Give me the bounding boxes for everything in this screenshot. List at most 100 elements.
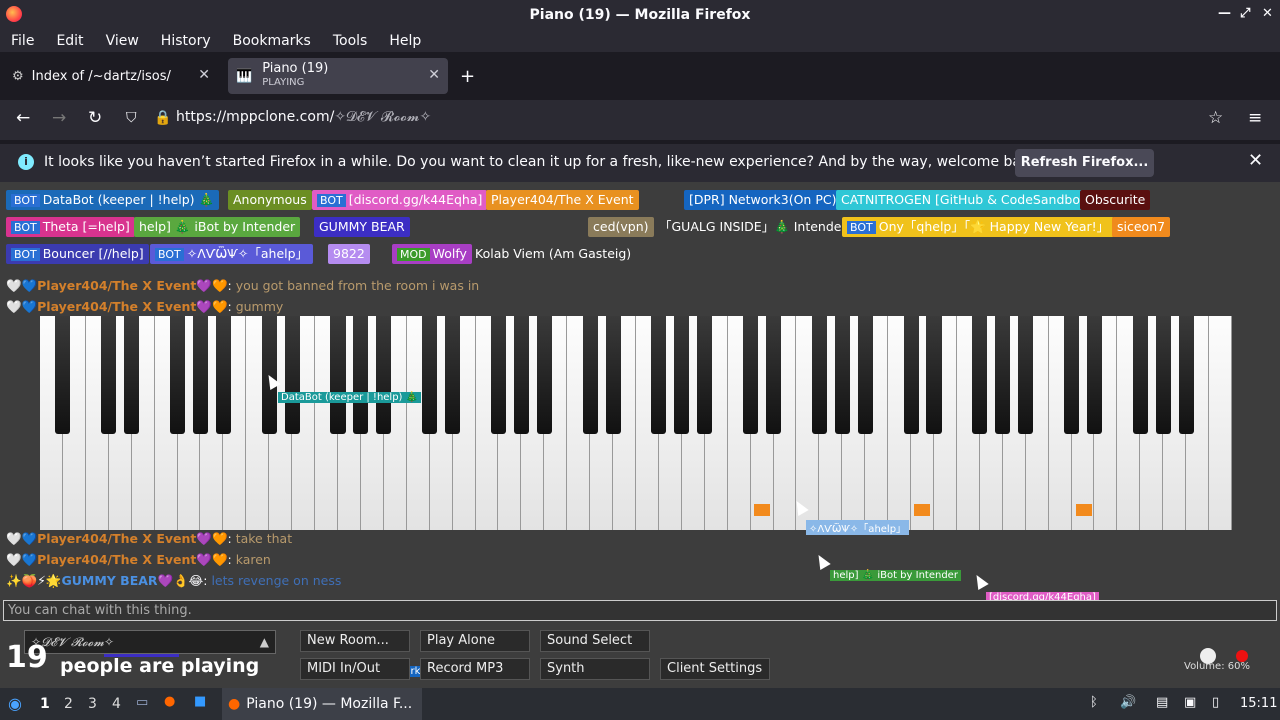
user-9822[interactable]: 9822 — [328, 244, 370, 264]
black-key[interactable] — [1132, 316, 1148, 434]
volume-icon[interactable]: 🔊 — [1120, 695, 1136, 710]
user-discord[interactable]: BOT [discord.gg/k44Eqha] — [312, 190, 488, 210]
user-kolab[interactable]: Kolab Viem (Am Gasteig) — [470, 244, 636, 264]
black-key[interactable] — [765, 316, 782, 434]
menu-edit[interactable]: Edit — [45, 33, 94, 49]
bookmark-star-icon[interactable]: ☆ — [1208, 108, 1223, 128]
taskbar-firefox-app[interactable]: ● Piano (19) — Mozilla F... — [222, 688, 422, 720]
reload-icon[interactable]: ↻ — [88, 108, 102, 128]
menu-help[interactable]: Help — [378, 33, 432, 49]
url-bar[interactable]: https://mppclone.com/✧𝓓𝓔𝓥 𝓡𝓸𝓸𝓶✧ — [176, 109, 431, 125]
white-key[interactable] — [1209, 316, 1232, 530]
black-key[interactable] — [1018, 316, 1034, 434]
black-key[interactable] — [55, 316, 71, 434]
black-key[interactable] — [1086, 316, 1103, 434]
black-key[interactable] — [697, 316, 713, 434]
black-key[interactable] — [353, 316, 369, 434]
black-key[interactable] — [192, 316, 209, 434]
app-menu-icon[interactable]: ≡ — [1248, 108, 1262, 128]
workspace-3[interactable]: 3 — [88, 696, 97, 712]
user-wolfy[interactable]: MOD Wolfy — [392, 244, 472, 264]
user-gummybear[interactable]: GUMMY BEAR — [314, 217, 410, 237]
user-theta[interactable]: BOT Theta [=help] — [6, 217, 135, 237]
close-notification-icon[interactable]: ✕ — [1248, 150, 1263, 171]
black-key[interactable] — [834, 316, 850, 434]
user-databot[interactable]: BOT DataBot (keeper | !help) 🎄 — [6, 190, 220, 210]
black-key[interactable] — [811, 316, 827, 434]
black-key[interactable] — [674, 316, 690, 434]
restore-icon[interactable]: ⤢ — [1240, 6, 1250, 21]
black-key[interactable] — [490, 316, 507, 434]
menu-view[interactable]: View — [95, 33, 150, 49]
firefox-launcher-icon[interactable]: ● — [164, 694, 175, 709]
menu-tools[interactable]: Tools — [322, 33, 379, 49]
black-key[interactable] — [445, 316, 461, 434]
room-selector[interactable]: ✧𝓓𝓔𝓥 𝓡𝓸𝓸𝓶✧ ▲ — [24, 630, 276, 654]
menu-history[interactable]: History — [150, 33, 222, 49]
user-ibot[interactable]: help] 🎄 iBot by Intender — [134, 217, 301, 237]
user-bouncer[interactable]: BOT Bouncer [//help] — [6, 244, 149, 264]
black-key[interactable] — [926, 316, 942, 434]
black-key[interactable] — [536, 316, 552, 434]
workspace-2[interactable]: 2 — [64, 696, 73, 712]
black-key[interactable] — [605, 316, 621, 434]
tab-isos[interactable]: ⚙ Index of /~dartz/isos/ ✕ — [6, 58, 218, 94]
black-key[interactable] — [284, 316, 300, 434]
play-alone-button[interactable]: Play Alone — [420, 630, 530, 652]
close-tab-icon[interactable]: ✕ — [198, 67, 210, 83]
black-key[interactable] — [651, 316, 667, 434]
lock-icon[interactable]: 🔒 — [154, 110, 171, 126]
refresh-firefox-button[interactable]: Refresh Firefox... — [1015, 149, 1154, 177]
black-key[interactable] — [124, 316, 140, 434]
black-key[interactable] — [376, 316, 392, 434]
black-key[interactable] — [101, 316, 117, 434]
close-window-icon[interactable]: ✕ — [1262, 6, 1273, 21]
black-key[interactable] — [330, 316, 346, 434]
black-key[interactable] — [857, 316, 873, 434]
chat-input[interactable]: You can chat with this thing. — [3, 600, 1277, 621]
black-key[interactable] — [1063, 316, 1080, 434]
user-player404[interactable]: Player404/The X Event — [486, 190, 639, 210]
display-icon[interactable]: ▯ — [1212, 695, 1219, 710]
user-ony[interactable]: BOT Ony「qhelp」「🌟 Happy New Year!」 — [842, 217, 1115, 237]
back-icon[interactable]: ← — [16, 108, 30, 128]
minimize-icon[interactable]: — — [1218, 6, 1231, 21]
black-key[interactable] — [903, 316, 919, 434]
user-anonymous[interactable]: Anonymous — [228, 190, 312, 210]
synth-button[interactable]: Synth — [540, 658, 650, 680]
network-icon[interactable]: ▣ — [1184, 695, 1196, 710]
record-mp3-button[interactable]: Record MP3 — [420, 658, 530, 680]
user-catnitrogen[interactable]: CATNITROGEN [GitHub & CodeSandbox] — [836, 190, 1097, 210]
new-room-button[interactable]: New Room... — [300, 630, 410, 652]
midi-button[interactable]: MIDI In/Out — [300, 658, 410, 680]
client-settings-button[interactable]: Client Settings — [660, 658, 770, 680]
black-key[interactable] — [169, 316, 186, 434]
black-key[interactable] — [972, 316, 988, 434]
start-menu-icon[interactable]: ◉ — [8, 694, 22, 713]
forward-icon[interactable]: → — [52, 108, 66, 128]
files-icon[interactable]: ▭ — [136, 695, 148, 710]
black-key[interactable] — [1155, 316, 1171, 434]
clipboard-icon[interactable]: ▤ — [1156, 695, 1168, 710]
black-key[interactable] — [995, 316, 1011, 434]
user-ced[interactable]: ced(vpn) — [588, 217, 654, 237]
user-obscurite[interactable]: Obscurite — [1080, 190, 1151, 210]
black-key[interactable] — [513, 316, 529, 434]
black-key[interactable] — [743, 316, 759, 434]
black-key[interactable] — [582, 316, 598, 434]
piano-keyboard[interactable] — [40, 316, 1232, 530]
terminal-icon[interactable]: ■ — [194, 694, 206, 709]
sound-select-button[interactable]: Sound Select — [540, 630, 650, 652]
user-awow[interactable]: BOT ✧ɅѴѾѰ✧「ahelp」 — [150, 244, 314, 264]
black-key[interactable] — [1178, 316, 1194, 434]
tab-piano[interactable]: 🎹 Piano (19) PLAYING ✕ — [228, 58, 448, 94]
black-key[interactable] — [422, 316, 438, 434]
black-key[interactable] — [215, 316, 231, 434]
menu-file[interactable]: File — [0, 33, 45, 49]
user-siceon7[interactable]: siceon7 — [1112, 217, 1171, 237]
shield-icon[interactable]: ⛉ — [126, 110, 137, 126]
bluetooth-icon[interactable]: ᛒ — [1090, 695, 1098, 710]
workspace-4[interactable]: 4 — [112, 696, 121, 712]
new-tab-icon[interactable]: + — [460, 66, 475, 87]
user-network3[interactable]: [DPR] Network3(On PC) — [684, 190, 842, 210]
